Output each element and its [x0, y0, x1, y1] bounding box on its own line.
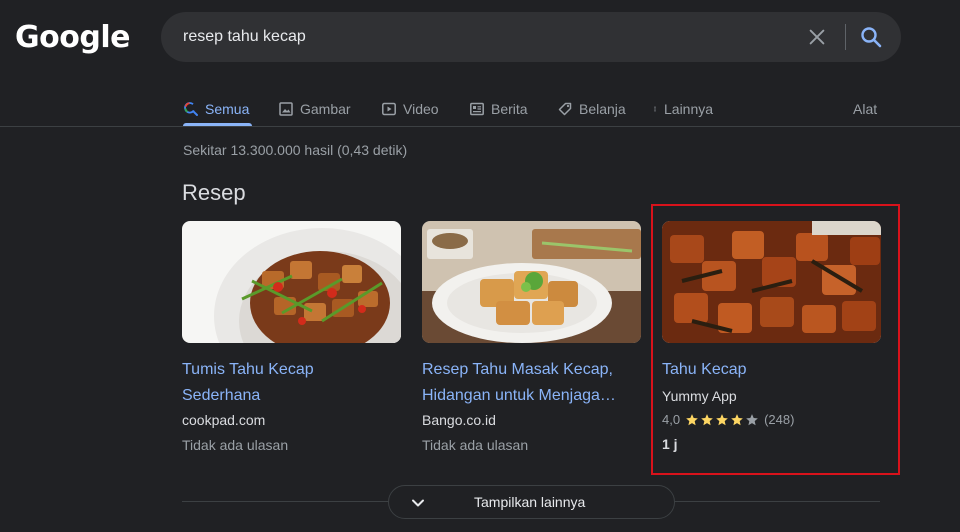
tools-button[interactable]: Alat: [853, 92, 877, 126]
star-filled-icon: [716, 413, 728, 425]
show-more-button[interactable]: Tampilkan lainnya: [388, 485, 675, 519]
tab-shopping[interactable]: Belanja: [557, 92, 626, 126]
recipe-source: Bango.co.id: [422, 412, 496, 428]
tab-video-label: Video: [403, 101, 439, 117]
tab-news-label: Berita: [491, 101, 528, 117]
star-rating: [685, 413, 759, 427]
rating-count: (248): [764, 412, 795, 427]
tab-images-label: Gambar: [300, 101, 351, 117]
result-stats: Sekitar 13.300.000 hasil (0,43 detik): [183, 142, 408, 158]
tab-all[interactable]: Semua: [183, 92, 249, 126]
tab-video[interactable]: Video: [381, 92, 439, 126]
recipe-title[interactable]: Tumis Tahu Kecap Sederhana: [182, 357, 392, 409]
cooking-time: 1 j: [662, 436, 678, 452]
recipe-card[interactable]: Tahu Kecap Yummy App 4,0 (248) 1 j: [662, 221, 881, 452]
star-filled-icon: [701, 413, 713, 425]
recipe-image: [182, 221, 401, 343]
tab-shopping-label: Belanja: [579, 101, 626, 117]
star-filled-icon: [686, 413, 698, 425]
tab-more-label: Lainnya: [664, 101, 714, 117]
recipes-section-title: Resep: [182, 180, 246, 205]
search-box: [161, 12, 901, 62]
recipe-card[interactable]: Resep Tahu Masak Kecap, Hidangan untuk M…: [422, 221, 641, 453]
show-more-label: Tampilkan lainnya: [474, 494, 586, 510]
tab-images[interactable]: Gambar: [278, 92, 351, 126]
more-vert-icon: [654, 106, 656, 112]
tag-icon: [558, 102, 572, 116]
google-logo[interactable]: Google: [15, 20, 130, 55]
search-input[interactable]: [183, 12, 783, 62]
recipe-source: Yummy App: [662, 388, 737, 404]
recipe-reviews: Tidak ada ulasan: [182, 437, 289, 453]
search-results-page: Google Semua Gambar: [0, 0, 960, 532]
recipe-source: cookpad.com: [182, 412, 266, 428]
rating-value: 4,0: [662, 412, 681, 427]
recipe-card[interactable]: Tumis Tahu Kecap Sederhana cookpad.com T…: [182, 221, 401, 453]
news-icon: [470, 102, 484, 116]
tab-more[interactable]: Lainnya: [652, 92, 713, 126]
chevron-down-icon: [412, 499, 424, 507]
clear-icon[interactable]: [806, 26, 828, 48]
tab-news[interactable]: Berita: [469, 92, 528, 126]
recipe-reviews: Tidak ada ulasan: [422, 437, 529, 453]
star-empty-icon: [746, 413, 758, 425]
recipe-title[interactable]: Resep Tahu Masak Kecap, Hidangan untuk M…: [422, 357, 632, 409]
image-icon: [279, 102, 293, 116]
play-icon: [382, 102, 396, 116]
search-icon: [184, 102, 198, 116]
star-filled-icon: [731, 413, 743, 425]
recipe-rating: 4,0 (248): [662, 412, 881, 427]
tab-all-label: Semua: [205, 101, 250, 117]
tabs-divider: [0, 126, 960, 127]
recipe-image: [662, 221, 881, 343]
recipe-image: [422, 221, 641, 343]
search-icon[interactable]: [859, 25, 883, 49]
recipe-title[interactable]: Tahu Kecap: [662, 357, 872, 383]
search-box-divider: [845, 24, 846, 50]
